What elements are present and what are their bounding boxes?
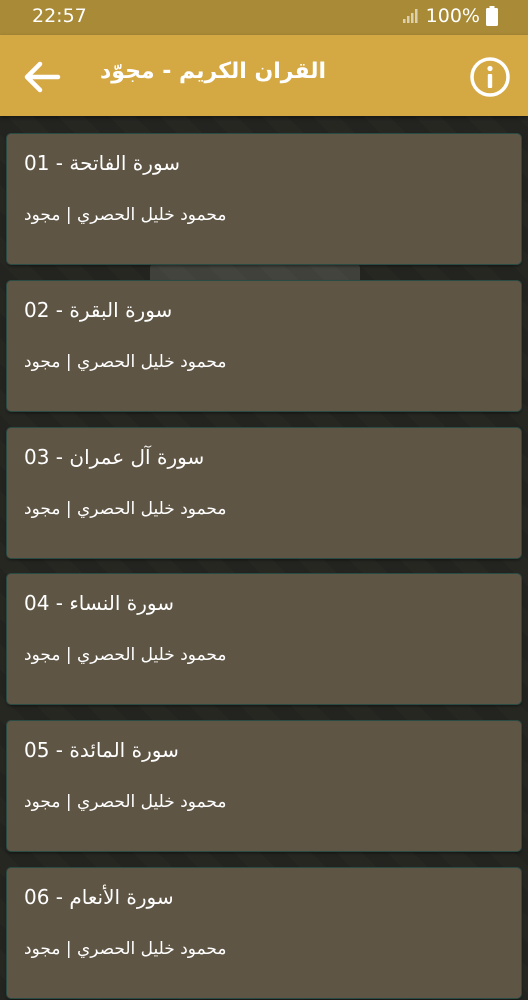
list-item-surah-01[interactable]: سورة الفاتحة - 01 محمود خليل الحصري | مج… — [7, 134, 521, 264]
app-bar: القران الكريم - مجوّد — [0, 35, 528, 116]
surah-title: سورة آل عمران - 03 — [24, 445, 205, 469]
battery-icon — [486, 6, 498, 26]
reciter-label: محمود خليل الحصري | مجود — [24, 939, 227, 959]
surah-title: سورة البقرة - 02 — [24, 298, 173, 322]
signal-icon — [402, 8, 420, 24]
page-title: القران الكريم - مجوّد — [100, 59, 327, 84]
surah-title: سورة المائدة - 05 — [24, 738, 179, 762]
list-item-surah-02[interactable]: سورة البقرة - 02 محمود خليل الحصري | مجو… — [7, 281, 521, 411]
surah-list[interactable]: سورة الفاتحة - 01 محمود خليل الحصري | مج… — [0, 116, 528, 1000]
reciter-label: محمود خليل الحصري | مجود — [24, 205, 227, 225]
surah-title: سورة الأنعام - 06 — [24, 885, 174, 909]
reciter-label: محمود خليل الحصري | مجود — [24, 352, 227, 372]
surah-title: سورة النساء - 04 — [24, 591, 174, 615]
reciter-label: محمود خليل الحصري | مجود — [24, 645, 227, 665]
reciter-label: محمود خليل الحصري | مجود — [24, 499, 227, 519]
arrow-left-icon — [24, 61, 61, 93]
status-bar: 22:57 100% — [0, 0, 528, 35]
back-button[interactable] — [20, 55, 64, 99]
reciter-label: محمود خليل الحصري | مجود — [24, 792, 227, 812]
list-item-surah-03[interactable]: سورة آل عمران - 03 محمود خليل الحصري | م… — [7, 428, 521, 558]
battery-percent: 100% — [425, 5, 480, 27]
status-indicators: 100% — [402, 5, 498, 27]
info-button[interactable] — [468, 55, 512, 99]
info-icon — [470, 57, 510, 97]
surah-title: سورة الفاتحة - 01 — [24, 151, 181, 175]
list-item-surah-05[interactable]: سورة المائدة - 05 محمود خليل الحصري | مج… — [7, 721, 521, 851]
status-time: 22:57 — [32, 5, 87, 27]
list-item-surah-04[interactable]: سورة النساء - 04 محمود خليل الحصري | مجو… — [7, 574, 521, 704]
list-item-surah-06[interactable]: سورة الأنعام - 06 محمود خليل الحصري | مج… — [7, 868, 521, 998]
